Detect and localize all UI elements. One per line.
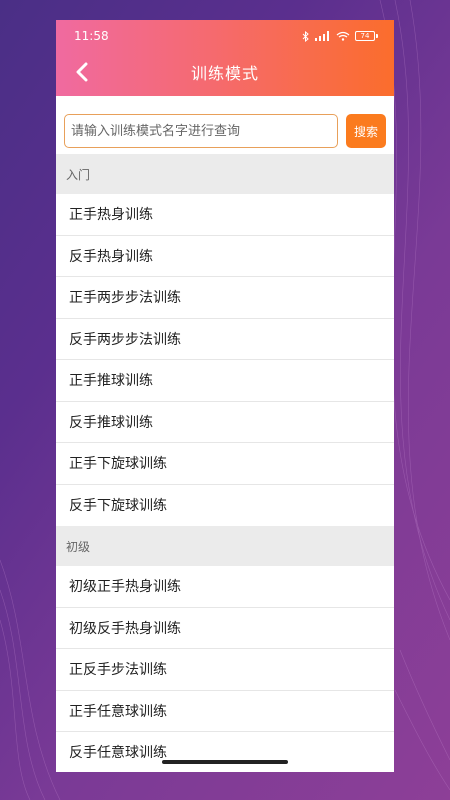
- status-time: 11:58: [74, 29, 109, 43]
- list-item[interactable]: 反手下旋球训练: [56, 484, 394, 526]
- training-mode-list: 入门 正手热身训练 反手热身训练 正手两步步法训练 反手两步步法训练 正手推球训…: [56, 154, 394, 772]
- app-screen: 11:58 74 训练模式 请输入训练模式名字进行查询 搜索 入门 正手热身训练…: [56, 20, 394, 772]
- list-item[interactable]: 反手任意球训练: [56, 732, 394, 772]
- signal-icon: [315, 31, 329, 41]
- app-header: 11:58 74 训练模式: [56, 20, 394, 96]
- list-item[interactable]: 正手热身训练: [56, 194, 394, 236]
- wifi-icon: [336, 31, 350, 41]
- list-item[interactable]: 反手推球训练: [56, 401, 394, 443]
- page-title: 训练模式: [190, 64, 259, 83]
- list-item[interactable]: 正手任意球训练: [56, 690, 394, 732]
- list-item[interactable]: 正手两步步法训练: [56, 277, 394, 319]
- battery-icon: 74: [355, 31, 378, 41]
- list-item[interactable]: 初级反手热身训练: [56, 607, 394, 649]
- status-bar: 11:58 74: [74, 28, 378, 44]
- list-item[interactable]: 正手下旋球训练: [56, 443, 394, 485]
- section-header-beginner: 入门: [56, 154, 394, 194]
- list-item[interactable]: 反手两步步法训练: [56, 318, 394, 360]
- back-button[interactable]: [68, 58, 96, 86]
- list-item[interactable]: 反手热身训练: [56, 235, 394, 277]
- section-header-elementary: 初级: [56, 526, 394, 566]
- list-item[interactable]: 正手推球训练: [56, 360, 394, 402]
- home-indicator[interactable]: [162, 760, 288, 764]
- chevron-left-icon: [76, 62, 88, 82]
- search-input[interactable]: [64, 114, 338, 148]
- list-item[interactable]: 正反手步法训练: [56, 649, 394, 691]
- search-button[interactable]: 搜索: [346, 114, 386, 148]
- bluetooth-icon: [302, 30, 309, 42]
- battery-level: 74: [360, 32, 370, 40]
- list-item[interactable]: 初级正手热身训练: [56, 566, 394, 608]
